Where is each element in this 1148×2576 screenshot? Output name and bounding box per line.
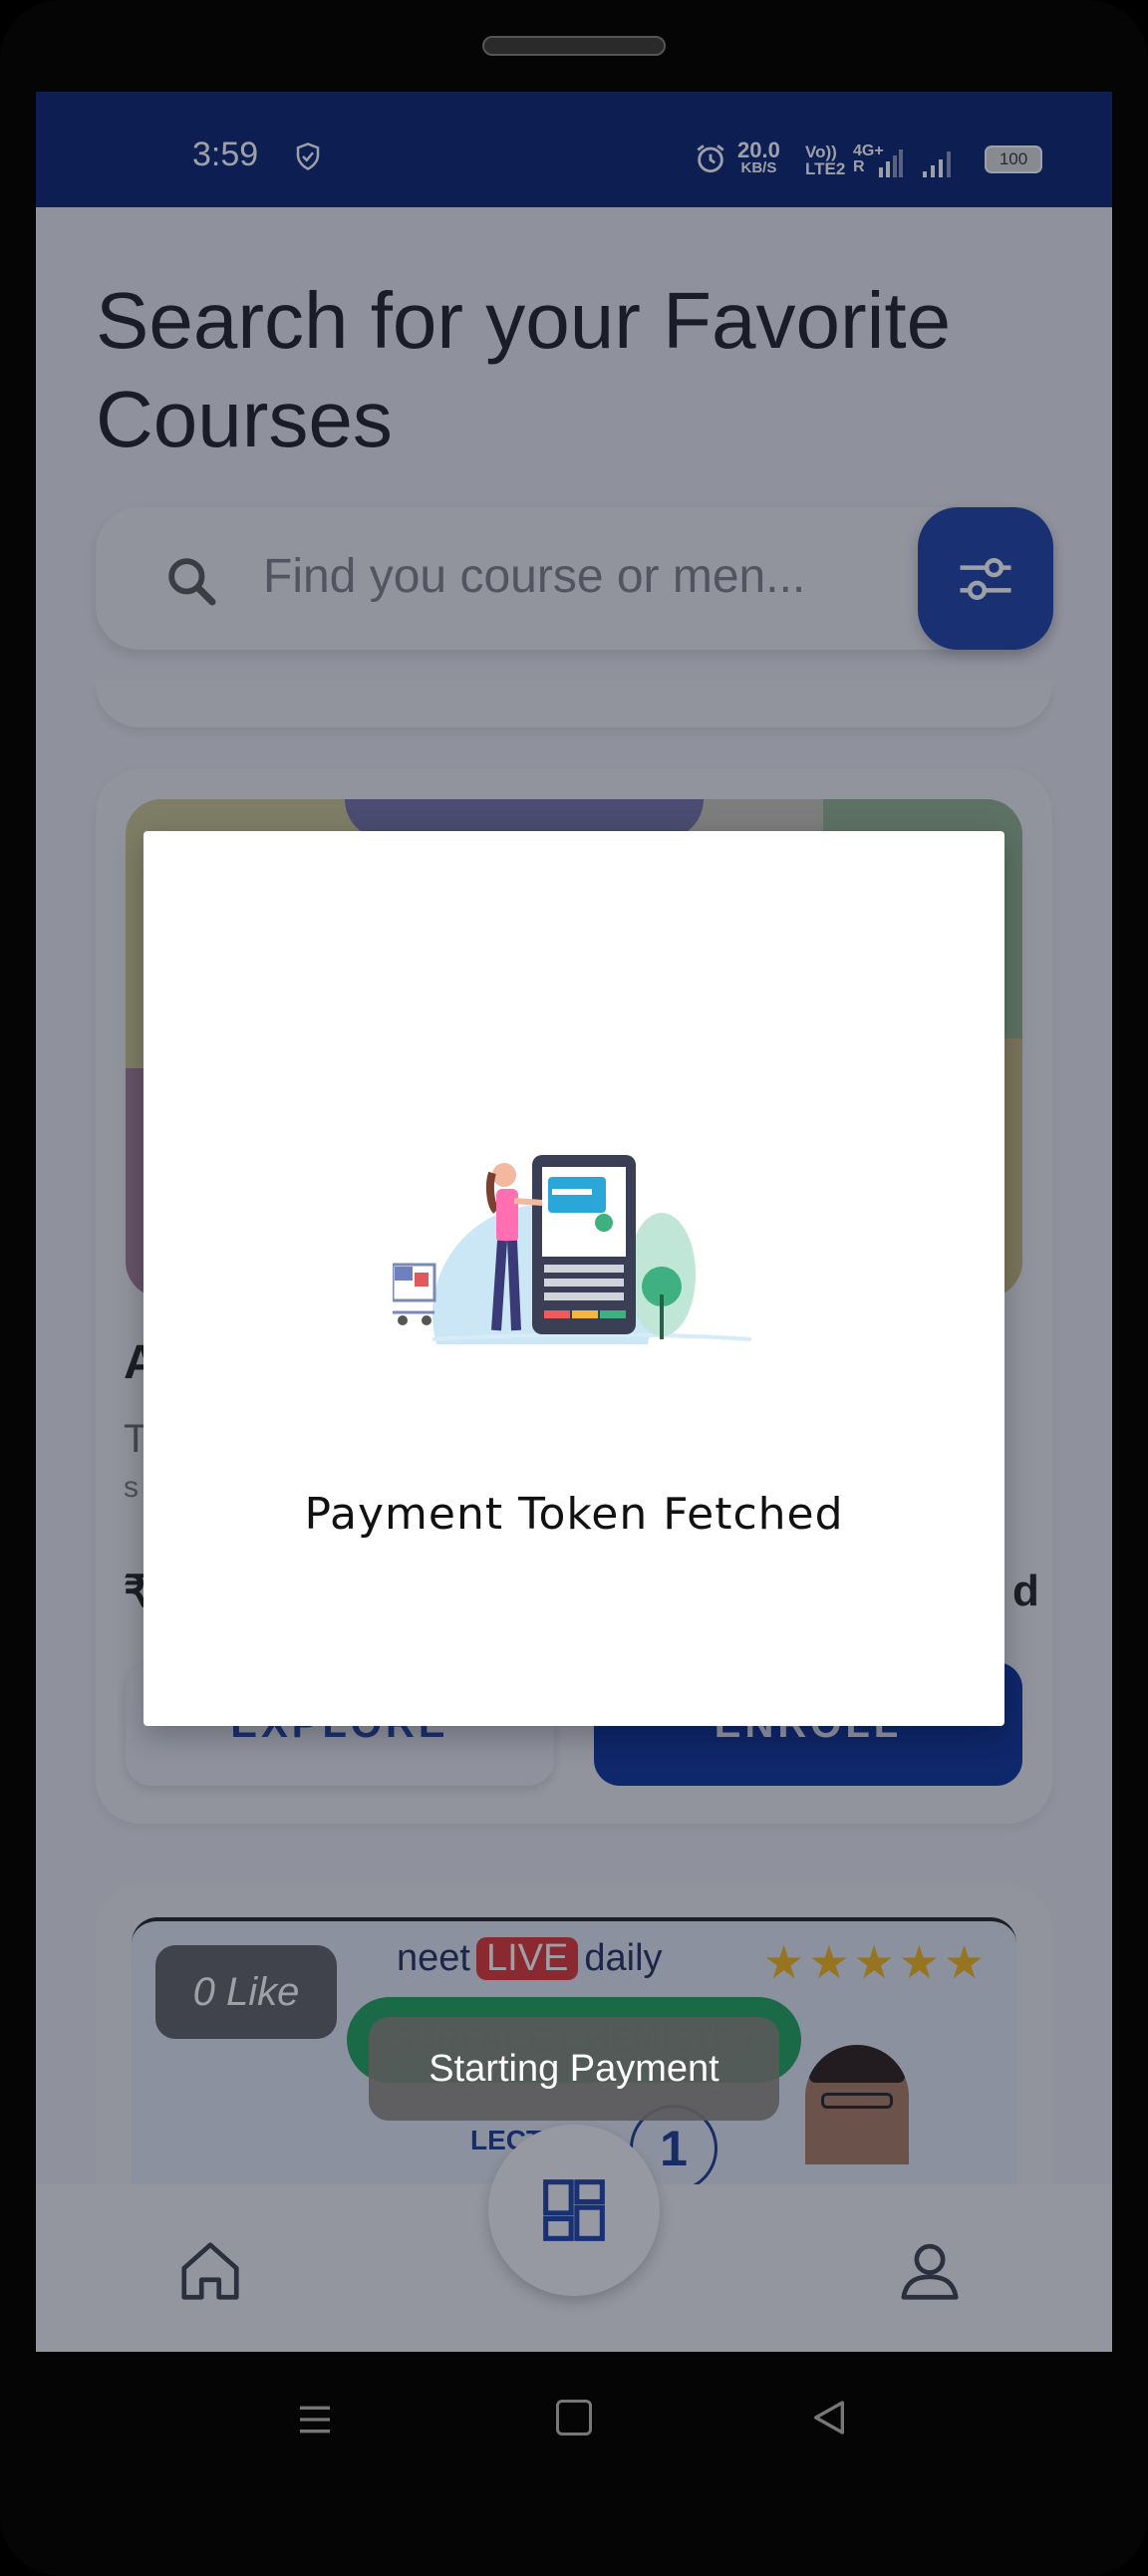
square-home-icon[interactable] (556, 2400, 592, 2435)
dialog-message: Payment Token Fetched (304, 1489, 844, 1540)
phone-frame: 3:59 20.0 KB/S Vo)) LTE2 4G+ R 100 Searc… (0, 0, 1148, 2576)
payment-dialog: Payment Token Fetched (144, 831, 1004, 1726)
earpiece-speaker (482, 36, 666, 56)
toast-notification: Starting Payment (369, 2017, 779, 2121)
app-screen: 3:59 20.0 KB/S Vo)) LTE2 4G+ R 100 Searc… (36, 92, 1112, 2352)
menu-icon[interactable] (295, 2400, 335, 2439)
system-navigation-bar (0, 2352, 1148, 2501)
back-triangle-icon[interactable] (809, 2398, 849, 2437)
payment-illustration (393, 1155, 751, 1344)
